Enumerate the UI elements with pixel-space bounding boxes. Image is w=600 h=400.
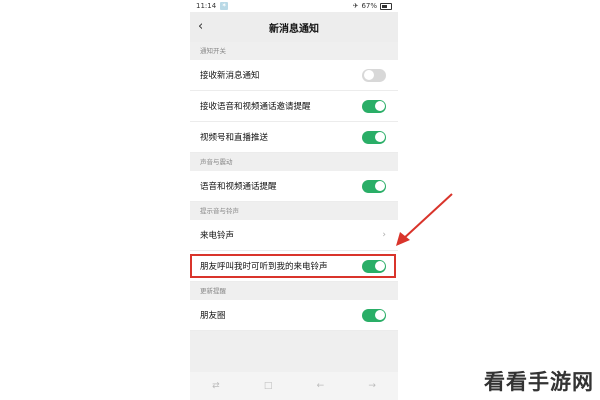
toggle-switch-on[interactable]	[362, 99, 386, 113]
row-channels-live-push[interactable]: 视频号和直播推送	[190, 122, 398, 153]
row-label: 视频号和直播推送	[200, 133, 269, 143]
page-title: 新消息通知	[269, 23, 319, 35]
home-icon[interactable]: □	[264, 381, 273, 391]
toggle-switch-off[interactable]	[362, 68, 386, 82]
row-label: 朋友圈	[200, 311, 226, 321]
annotation-arrow-icon	[396, 193, 453, 246]
switch-icon[interactable]: ⇄	[212, 381, 220, 391]
battery-icon	[380, 2, 392, 10]
row-call-reminder[interactable]: 语音和视频通话提醒	[190, 171, 398, 202]
row-label: 朋友呼叫我时可听到我的来电铃声	[200, 262, 328, 272]
row-label: 语音和视频通话提醒	[200, 182, 277, 192]
phone-screen: 11:14 ✶ ✈ 67% ‹ 新消息通知 通知开关 接收新消息通知 接收语音和…	[190, 0, 398, 400]
section-label-update-reminder: 更新提醒	[200, 287, 226, 295]
row-label: 来电铃声	[200, 231, 235, 241]
status-time: 11:14	[196, 2, 217, 10]
nav-bar: ‹ 新消息通知	[190, 12, 398, 42]
row-friend-hear-ringtone[interactable]: 朋友呼叫我时可听到我的来电铃声	[190, 251, 398, 282]
back-icon[interactable]: ←	[317, 381, 325, 391]
forward-icon[interactable]: →	[368, 381, 376, 391]
section-label-notification-switch: 通知开关	[200, 47, 226, 55]
airplane-icon: ✈	[352, 2, 359, 10]
section-label-sound-vibration: 声音与震动	[200, 158, 233, 166]
row-moments[interactable]: 朋友圈	[190, 300, 398, 331]
toggle-switch-on[interactable]	[362, 130, 386, 144]
status-bar: 11:14 ✶ ✈ 67%	[190, 0, 398, 12]
row-label: 接收新消息通知	[200, 71, 260, 81]
row-receive-new-message[interactable]: 接收新消息通知	[190, 60, 398, 91]
row-label: 接收语音和视频通话邀请提醒	[200, 102, 311, 112]
toggle-switch-on[interactable]	[362, 259, 386, 273]
chevron-right-icon: ›	[382, 230, 386, 240]
watermark: 看看手游网	[484, 370, 594, 394]
notification-icon: ✶	[220, 2, 229, 10]
battery-percent: 67%	[361, 2, 377, 10]
toggle-switch-on[interactable]	[362, 308, 386, 322]
android-nav-keys: ⇄ □ ← →	[190, 372, 398, 400]
section-label-tones-ringtones: 提示音与铃声	[200, 207, 239, 215]
row-call-invite-reminder[interactable]: 接收语音和视频通话邀请提醒	[190, 91, 398, 122]
row-ringtone[interactable]: 来电铃声 ›	[190, 220, 398, 251]
toggle-switch-on[interactable]	[362, 179, 386, 193]
screenshot-stage: 11:14 ✶ ✈ 67% ‹ 新消息通知 通知开关 接收新消息通知 接收语音和…	[0, 0, 600, 400]
back-arrow-icon[interactable]: ‹	[198, 19, 203, 34]
